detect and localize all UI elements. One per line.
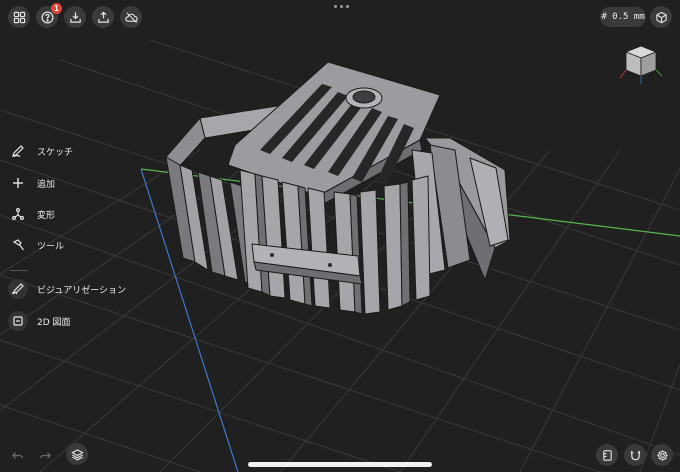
question-circle-icon bbox=[41, 11, 53, 23]
sidebar-item-label: 2D 図面 bbox=[37, 317, 71, 328]
redo-button[interactable] bbox=[34, 444, 56, 466]
sidebar-item-visualization[interactable]: ビジュアリゼーション bbox=[8, 278, 126, 300]
sidebar-item-label: ビジュアリゼーション bbox=[37, 285, 127, 296]
ruler-icon bbox=[602, 449, 612, 461]
undo-icon bbox=[11, 451, 23, 459]
more-dots-handle[interactable] bbox=[334, 5, 349, 8]
view-cube[interactable] bbox=[619, 45, 663, 84]
sidebar-item-label: ツール bbox=[37, 241, 65, 252]
materials-button[interactable] bbox=[596, 444, 618, 466]
visualization-icon bbox=[8, 279, 28, 299]
sidebar-item-add[interactable]: 追加 bbox=[8, 172, 55, 194]
plus-icon bbox=[8, 173, 28, 193]
download-tray-icon bbox=[69, 11, 81, 23]
sidebar-item-2d-drawing[interactable]: 2D 図面 bbox=[8, 310, 71, 332]
help-button[interactable]: 1 bbox=[36, 3, 62, 28]
upload-tray-icon bbox=[97, 11, 109, 23]
sidebar-item-label: スケッチ bbox=[37, 147, 74, 158]
grid-size-indicator[interactable]: # 0.5 mm bbox=[600, 7, 646, 27]
snap-button[interactable] bbox=[624, 444, 646, 466]
export-button[interactable] bbox=[92, 6, 114, 28]
magnet-icon bbox=[630, 450, 640, 460]
3d-viewport[interactable] bbox=[0, 0, 680, 472]
3d-model[interactable] bbox=[165, 61, 511, 315]
cube-icon bbox=[655, 11, 667, 23]
home-indicator[interactable] bbox=[248, 462, 432, 467]
grid-icon bbox=[13, 11, 25, 23]
gear-icon bbox=[656, 449, 668, 461]
notification-badge: 1 bbox=[51, 3, 62, 14]
cloud-offline-icon bbox=[124, 11, 138, 23]
view-settings-button[interactable] bbox=[650, 6, 672, 28]
settings-button[interactable] bbox=[651, 444, 673, 466]
sidebar-item-label: 変形 bbox=[37, 210, 56, 221]
transform-icon bbox=[8, 204, 28, 224]
layers-icon bbox=[70, 448, 84, 461]
drawing-2d-icon bbox=[8, 311, 28, 331]
sidebar-item-tools[interactable]: ツール bbox=[8, 234, 64, 256]
sidebar-item-sketch[interactable]: スケッチ bbox=[8, 140, 73, 162]
cloud-button[interactable] bbox=[120, 6, 142, 28]
undo-button[interactable] bbox=[6, 444, 28, 466]
hammer-icon bbox=[8, 235, 28, 255]
redo-icon bbox=[39, 451, 51, 459]
sidebar-item-transform[interactable]: 変形 bbox=[8, 203, 55, 225]
sidebar-divider bbox=[10, 270, 28, 271]
grid-view-button[interactable] bbox=[8, 6, 30, 28]
import-button[interactable] bbox=[64, 6, 86, 28]
sidebar-item-label: 追加 bbox=[37, 179, 56, 190]
layers-button[interactable] bbox=[66, 443, 88, 465]
pencil-icon bbox=[8, 141, 28, 161]
